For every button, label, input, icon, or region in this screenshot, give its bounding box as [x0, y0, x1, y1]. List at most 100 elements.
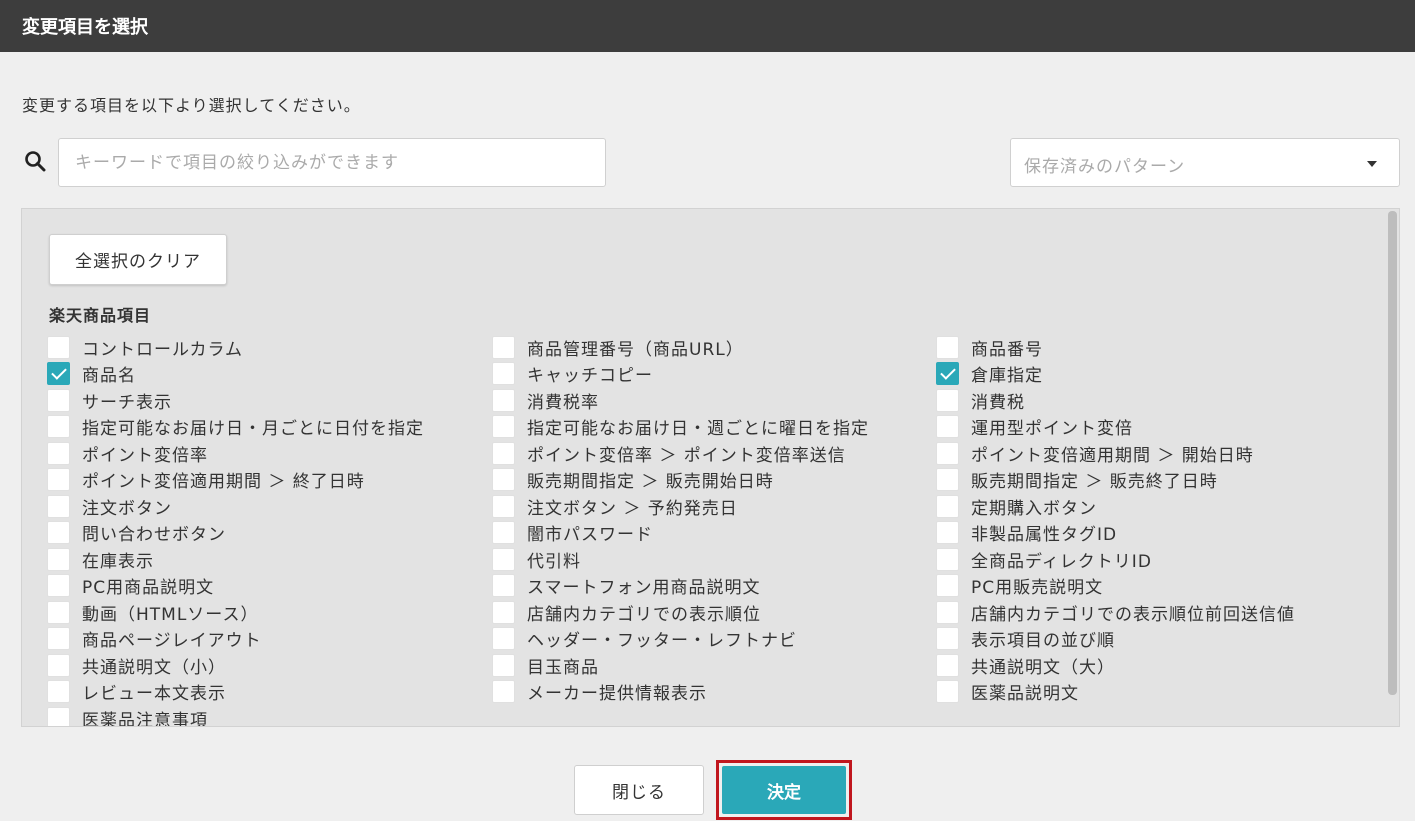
search-input[interactable] [58, 138, 606, 187]
checkbox-item[interactable]: 消費税率 [492, 387, 869, 414]
checkbox-item[interactable]: 注文ボタン [47, 493, 424, 520]
checkbox[interactable] [47, 335, 70, 359]
checkbox-checked[interactable] [47, 362, 70, 386]
checkbox-item[interactable]: 商品管理番号（商品URL） [492, 334, 869, 361]
checkbox[interactable] [47, 600, 70, 624]
checkbox[interactable] [47, 547, 70, 571]
checkbox[interactable] [47, 680, 70, 704]
checkbox[interactable] [492, 547, 515, 571]
checkbox[interactable] [492, 362, 515, 386]
checkbox-item[interactable]: コントロールカラム [47, 334, 424, 361]
checkbox[interactable] [936, 600, 959, 624]
checkbox[interactable] [47, 441, 70, 465]
checkbox-item[interactable]: PC用商品説明文 [47, 573, 424, 600]
checkbox-item[interactable]: 医薬品説明文 [936, 679, 1295, 706]
checkbox[interactable] [936, 468, 959, 492]
checkbox[interactable] [47, 706, 70, 726]
checkbox-item[interactable]: 動画（HTMLソース） [47, 599, 424, 626]
checkbox[interactable] [492, 653, 515, 677]
checkbox[interactable] [47, 415, 70, 439]
checkbox[interactable] [936, 680, 959, 704]
checkbox-item[interactable]: 店舗内カテゴリでの表示順位 [492, 599, 869, 626]
checkbox[interactable] [936, 653, 959, 677]
checkbox[interactable] [936, 627, 959, 651]
checkbox-item[interactable]: 定期購入ボタン [936, 493, 1295, 520]
checkbox-item[interactable]: スマートフォン用商品説明文 [492, 573, 869, 600]
checkbox-item[interactable]: 非製品属性タグID [936, 520, 1295, 547]
checkbox-item[interactable]: 問い合わせボタン [47, 520, 424, 547]
checkbox-item[interactable]: ポイント変倍率 [47, 440, 424, 467]
checkbox-item[interactable]: PC用販売説明文 [936, 573, 1295, 600]
checkbox[interactable] [492, 494, 515, 518]
checkbox-item[interactable]: 指定可能なお届け日・月ごとに日付を指定 [47, 414, 424, 441]
checkbox[interactable] [936, 388, 959, 412]
checkbox-item[interactable]: 注文ボタン ＞ 予約発売日 [492, 493, 869, 520]
saved-pattern-select[interactable]: 保存済みのパターン [1010, 138, 1400, 187]
checkbox-item[interactable]: 在庫表示 [47, 546, 424, 573]
checkbox-item[interactable]: 運用型ポイント変倍 [936, 414, 1295, 441]
checkbox-checked[interactable] [936, 362, 959, 386]
checkbox-item[interactable]: 全商品ディレクトリID [936, 546, 1295, 573]
dialog-title: 変更項目を選択 [0, 0, 1415, 52]
checkbox[interactable] [492, 680, 515, 704]
checkbox-item[interactable]: 共通説明文（小） [47, 652, 424, 679]
checkbox[interactable] [936, 494, 959, 518]
checkbox-item[interactable]: 商品番号 [936, 334, 1295, 361]
checkbox[interactable] [492, 574, 515, 598]
checkbox[interactable] [47, 468, 70, 492]
checkbox-label: 共通説明文（小） [82, 657, 226, 678]
checkbox-label: PC用商品説明文 [82, 578, 215, 599]
checkbox-item[interactable]: ポイント変倍適用期間 ＞ 終了日時 [47, 467, 424, 494]
checkbox[interactable] [492, 441, 515, 465]
checkbox[interactable] [47, 521, 70, 545]
checkbox-item[interactable]: 共通説明文（大） [936, 652, 1295, 679]
checkbox[interactable] [492, 521, 515, 545]
checkbox-item[interactable]: 販売期間指定 ＞ 販売終了日時 [936, 467, 1295, 494]
checkbox-item[interactable]: キャッチコピー [492, 361, 869, 388]
checkbox-item[interactable]: 商品ページレイアウト [47, 626, 424, 653]
checkbox-label: 販売期間指定 ＞ 販売開始日時 [527, 472, 774, 493]
checkbox-item[interactable]: 販売期間指定 ＞ 販売開始日時 [492, 467, 869, 494]
checkbox[interactable] [47, 388, 70, 412]
close-button[interactable]: 閉じる [574, 765, 704, 815]
checkbox[interactable] [492, 335, 515, 359]
checkbox[interactable] [492, 600, 515, 624]
checkbox-item[interactable]: 闇市パスワード [492, 520, 869, 547]
checkbox-item[interactable]: 表示項目の並び順 [936, 626, 1295, 653]
checkbox[interactable] [47, 494, 70, 518]
checkbox[interactable] [936, 521, 959, 545]
checkbox[interactable] [492, 388, 515, 412]
checkbox-item[interactable]: 指定可能なお届け日・週ごとに曜日を指定 [492, 414, 869, 441]
checkbox-label: 店舗内カテゴリでの表示順位前回送信値 [971, 604, 1295, 625]
checkbox-item[interactable]: ポイント変倍適用期間 ＞ 開始日時 [936, 440, 1295, 467]
checkbox[interactable] [492, 468, 515, 492]
checkbox-item[interactable]: 店舗内カテゴリでの表示順位前回送信値 [936, 599, 1295, 626]
checkbox-item[interactable]: レビュー本文表示 [47, 679, 424, 706]
checkbox-label: 医薬品説明文 [971, 684, 1079, 705]
checkbox-item[interactable]: ヘッダー・フッター・レフトナビ [492, 626, 869, 653]
checkbox-item[interactable]: ポイント変倍率 ＞ ポイント変倍率送信 [492, 440, 869, 467]
checkbox-item[interactable]: メーカー提供情報表示 [492, 679, 869, 706]
checkbox[interactable] [47, 627, 70, 651]
checkbox-item[interactable]: 代引料 [492, 546, 869, 573]
checkbox[interactable] [936, 335, 959, 359]
scrollbar[interactable] [1388, 211, 1397, 695]
checkbox-item[interactable]: 消費税 [936, 387, 1295, 414]
checkbox-item[interactable]: 商品名 [47, 361, 424, 388]
confirm-button[interactable]: 決定 [722, 766, 846, 814]
checkbox[interactable] [936, 441, 959, 465]
checkbox[interactable] [936, 547, 959, 571]
item-column-3: 商品番号 倉庫指定 消費税 運用型ポイント変倍 ポイント変倍適用期間 ＞ 開始日時 販売期… [936, 334, 1295, 705]
checkbox-item[interactable]: サーチ表示 [47, 387, 424, 414]
checkbox[interactable] [492, 627, 515, 651]
checkbox-item[interactable]: 医薬品注意事項 [47, 705, 424, 726]
checkbox[interactable] [47, 574, 70, 598]
checkbox[interactable] [492, 415, 515, 439]
checkbox-item[interactable]: 倉庫指定 [936, 361, 1295, 388]
checkbox-item[interactable]: 目玉商品 [492, 652, 869, 679]
checkbox[interactable] [936, 574, 959, 598]
checkbox-label: 注文ボタン [82, 498, 172, 519]
checkbox[interactable] [47, 653, 70, 677]
checkbox[interactable] [936, 415, 959, 439]
clear-all-button[interactable]: 全選択のクリア [49, 234, 227, 285]
